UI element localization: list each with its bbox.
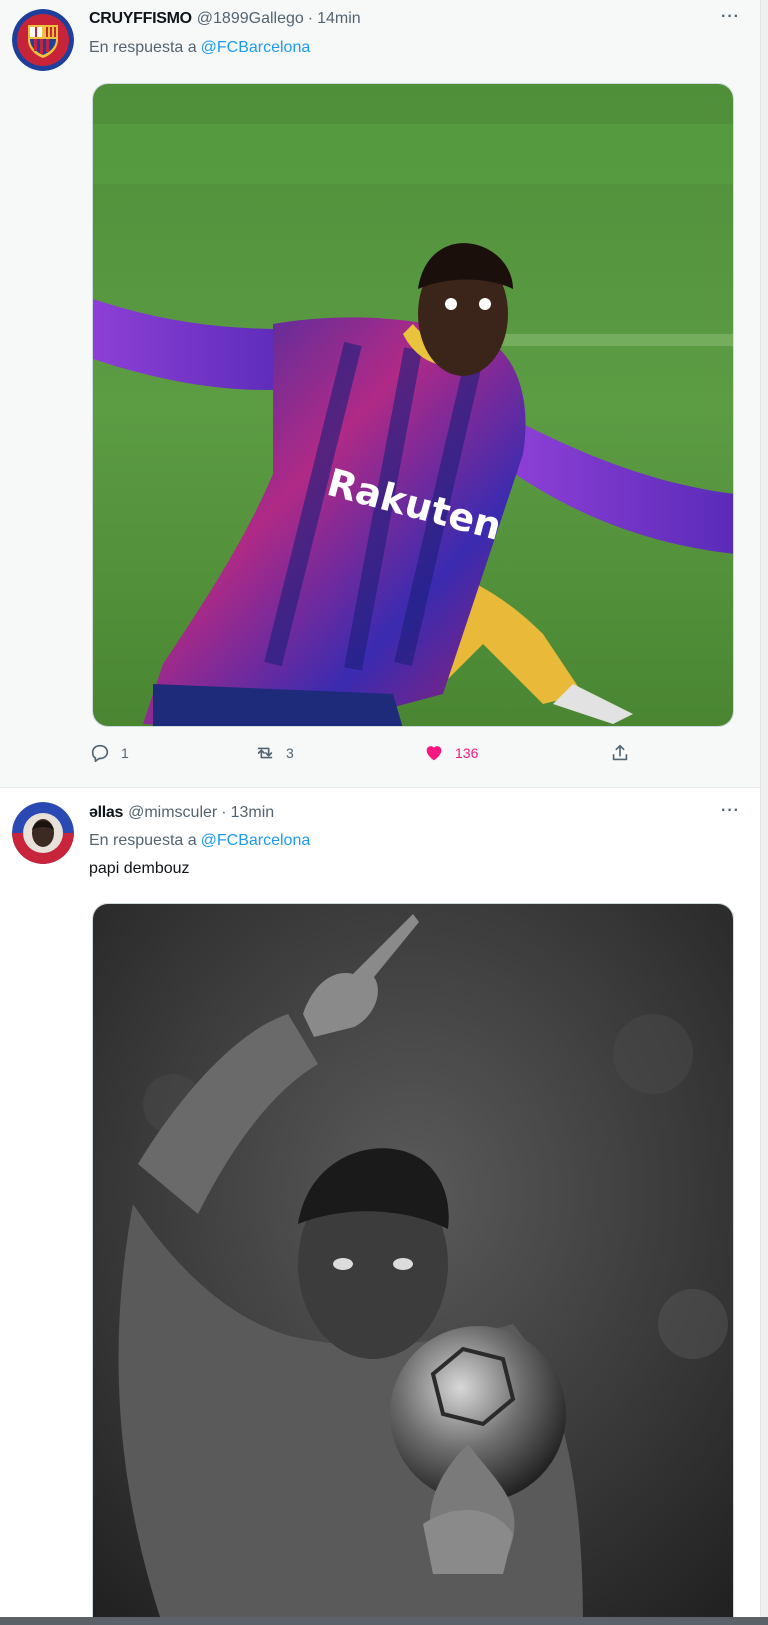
share-icon xyxy=(612,744,628,761)
separator: · xyxy=(221,804,227,821)
author-handle[interactable]: @1899Gallego xyxy=(197,10,304,28)
like-count: 136 xyxy=(455,745,479,761)
tweet[interactable]: CRUYFFISMO @1899Gallego · 14min ··· En r… xyxy=(0,0,760,788)
tweet-header: CRUYFFISMO @1899Gallego · 14min ··· xyxy=(89,8,740,28)
author-name[interactable]: ǝllas xyxy=(89,804,123,822)
reply-icon xyxy=(91,744,109,763)
author-name[interactable]: CRUYFFISMO xyxy=(89,10,192,28)
separator: · xyxy=(307,10,314,27)
heart-filled-icon xyxy=(426,746,442,761)
photo-player-with-trophy-icon xyxy=(93,904,733,1624)
reply-button[interactable]: 1 xyxy=(89,742,129,764)
reply-to-prefix: En respuesta a xyxy=(89,39,197,56)
retweet-count: 3 xyxy=(286,745,294,761)
retweet-button[interactable]: 3 xyxy=(254,742,294,764)
tweet-text: papi dembouz xyxy=(89,860,190,877)
avatar[interactable] xyxy=(12,9,74,71)
reply-count: 1 xyxy=(121,745,129,761)
author-handle[interactable]: @mimsculer xyxy=(128,804,217,822)
player-portrait-avatar-icon xyxy=(12,802,74,864)
reply-to-mention-link[interactable]: @FCBarcelona xyxy=(201,832,311,849)
timestamp[interactable]: 14min xyxy=(317,10,361,28)
tweet-actions: 1 3 136 xyxy=(89,742,649,770)
bottom-bar xyxy=(0,1617,768,1625)
tweet-header: ǝllas @mimsculer · 13min ··· xyxy=(89,802,740,822)
tweet-media-image[interactable]: Rakuten xyxy=(92,83,734,727)
timestamp[interactable]: 13min xyxy=(231,804,275,822)
reply-context: En respuesta a @FCBarcelona xyxy=(89,39,310,57)
avatar[interactable] xyxy=(12,802,74,864)
reply-to-prefix: En respuesta a xyxy=(89,832,197,849)
like-button[interactable]: 136 xyxy=(423,742,478,764)
reply-context: En respuesta a @FCBarcelona xyxy=(89,832,310,850)
retweet-icon xyxy=(257,747,273,759)
share-button[interactable] xyxy=(609,742,631,764)
photo-player-celebrating-icon: Rakuten xyxy=(93,84,733,726)
more-options-button[interactable]: ··· xyxy=(721,802,740,820)
scrollbar-track[interactable] xyxy=(760,0,768,1625)
reply-to-mention-link[interactable]: @FCBarcelona xyxy=(201,39,311,56)
tweet[interactable]: ǝllas @mimsculer · 13min ··· En respuest… xyxy=(0,789,760,1625)
fc-barcelona-crest-icon xyxy=(12,9,74,71)
tweet-media-image[interactable] xyxy=(92,903,734,1625)
more-options-button[interactable]: ··· xyxy=(721,8,740,26)
